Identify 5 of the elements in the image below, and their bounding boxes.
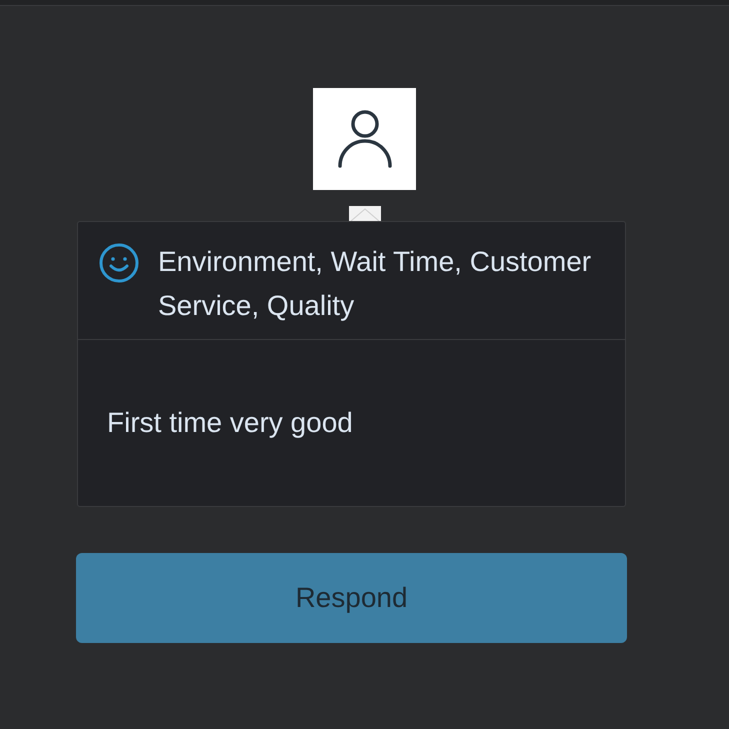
- respond-button[interactable]: Respond: [76, 553, 627, 643]
- review-categories: Environment, Wait Time, Customer Service, Quality: [158, 245, 592, 323]
- person-icon: [336, 108, 392, 170]
- review-comment: First time very good: [107, 406, 353, 440]
- pointer-tab-icon: [348, 206, 380, 221]
